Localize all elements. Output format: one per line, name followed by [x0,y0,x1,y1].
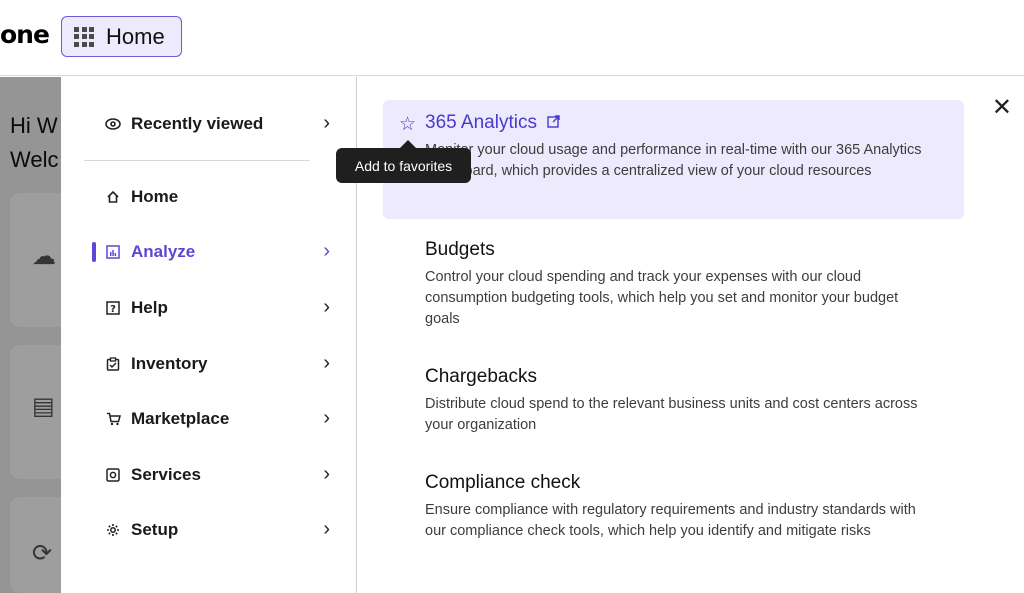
submenu-item-description: Distribute cloud spend to the relevant b… [425,396,918,433]
submenu-item-title: Compliance check [425,472,581,493]
favorites-tooltip: Add to favorites [336,140,471,183]
submenu-item-title: 365 Analytics [425,112,537,133]
chevron-right-icon: › [323,518,330,540]
external-link-icon[interactable] [547,114,560,132]
menu-categories: Recently viewed › Home Analyze › ? Help … [61,77,357,593]
grid-icon [74,26,94,47]
chevron-right-icon: › [323,296,330,318]
nav-recently-viewed-label: Recently viewed [131,114,264,133]
home-menu-button[interactable]: Home [61,16,182,57]
gear-icon [105,522,121,538]
nav-home-label: Home [131,187,179,206]
home-icon [105,189,121,205]
top-bar: one Home [0,0,1024,76]
nav-setup[interactable]: Setup › [105,513,330,547]
submenu-item-title: Budgets [425,239,495,260]
navigation-menu: Recently viewed › Home Analyze › ? Help … [61,77,1024,593]
nav-analyze-label: Analyze [131,242,196,261]
nav-marketplace-label: Marketplace [131,409,230,428]
chevron-right-icon: › [323,407,330,429]
submenu-item-compliance-check[interactable]: Compliance check Ensure compliance with … [383,460,964,570]
app-logo[interactable]: one [0,20,50,49]
nav-home[interactable]: Home [105,180,325,214]
chart-icon [105,244,121,260]
nav-inventory-label: Inventory [131,354,208,373]
chevron-right-icon: › [323,352,330,374]
nav-analyze[interactable]: Analyze › [105,235,330,269]
submenu-item-budgets[interactable]: Budgets Control your cloud spending and … [383,227,964,337]
submenu-item-chargebacks[interactable]: Chargebacks Distribute cloud spend to th… [383,354,964,444]
nav-help[interactable]: ? Help › [105,291,330,325]
submenu-item-title: Chargebacks [425,366,537,387]
submenu-item-description: Ensure compliance with regulatory requir… [425,502,916,539]
nav-recently-viewed[interactable]: Recently viewed › [105,107,330,141]
submenu-item-description: Control your cloud spending and track yo… [425,269,899,327]
inventory-icon [105,356,121,372]
services-icon [105,467,121,483]
nav-marketplace[interactable]: Marketplace › [105,402,330,436]
help-icon: ? [105,300,121,316]
nav-services-label: Services [131,465,201,484]
cart-icon [105,411,121,427]
nav-services[interactable]: Services › [105,458,330,492]
close-icon[interactable]: ✕ [992,93,1012,122]
svg-text:?: ? [110,304,116,315]
nav-help-label: Help [131,298,168,317]
chevron-right-icon: › [323,240,330,262]
menu-divider [84,160,310,161]
active-indicator [92,242,96,262]
nav-inventory[interactable]: Inventory › [105,347,330,381]
nav-setup-label: Setup [131,520,179,539]
home-menu-label: Home [106,23,165,49]
submenu-item-description: Monitor your cloud usage and performance… [425,142,922,179]
eye-icon [105,116,121,132]
star-icon[interactable]: ☆ [399,113,416,136]
chevron-right-icon: › [323,112,330,134]
chevron-right-icon: › [323,463,330,485]
